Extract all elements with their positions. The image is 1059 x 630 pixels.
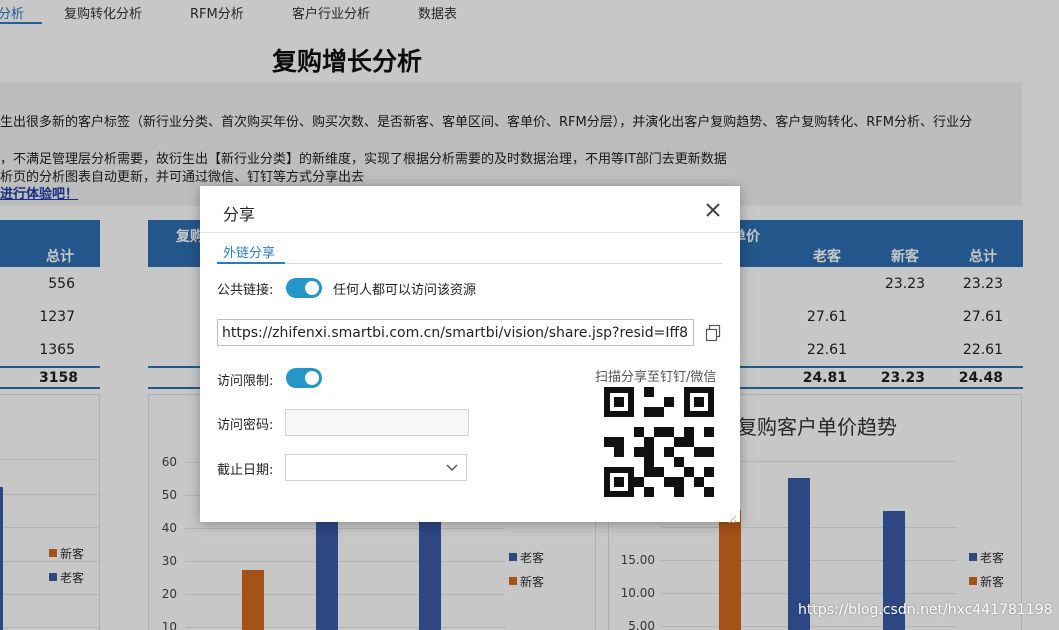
share-dialog: 分享 外链分享 公共链接: 任何人都可以访问该资源 访问限制: 访问密码: 截止… <box>200 186 740 524</box>
public-link-label: 公共链接: <box>217 283 274 298</box>
toggle-knob <box>305 371 319 385</box>
password-label: 访问密码: <box>217 418 274 433</box>
qr-code-icon <box>604 386 714 498</box>
password-input[interactable] <box>285 409 469 436</box>
qr-caption: 扫描分享至钉钉/微信 <box>595 370 717 385</box>
expiry-date-label: 截止日期: <box>217 463 274 478</box>
access-limit-toggle[interactable] <box>286 368 322 388</box>
public-link-hint: 任何人都可以访问该资源 <box>333 283 477 298</box>
access-limit-label: 访问限制: <box>217 374 274 389</box>
tab-external-share[interactable]: 外链分享 <box>223 242 275 261</box>
dialog-divider <box>200 232 740 233</box>
chevron-down-icon <box>446 464 458 472</box>
share-url-input[interactable] <box>218 320 693 345</box>
dialog-title: 分享 <box>223 205 256 224</box>
toggle-knob <box>305 281 319 295</box>
expiry-date-select[interactable] <box>285 454 467 481</box>
copy-icon[interactable] <box>705 324 721 342</box>
public-link-toggle[interactable] <box>286 278 322 298</box>
close-icon[interactable] <box>703 200 723 220</box>
watermark: https://blog.csdn.net/hxc441781198 <box>798 602 1053 618</box>
report-page: 分析 复购转化分析 RFM分析 客户行业分析 数据表 复购增长分析 生出很多新的… <box>0 0 1059 630</box>
tab-baseline <box>217 263 722 264</box>
resize-handle-icon[interactable] <box>727 509 737 524</box>
share-url-field[interactable] <box>217 319 694 346</box>
active-tab-indicator <box>217 262 285 264</box>
